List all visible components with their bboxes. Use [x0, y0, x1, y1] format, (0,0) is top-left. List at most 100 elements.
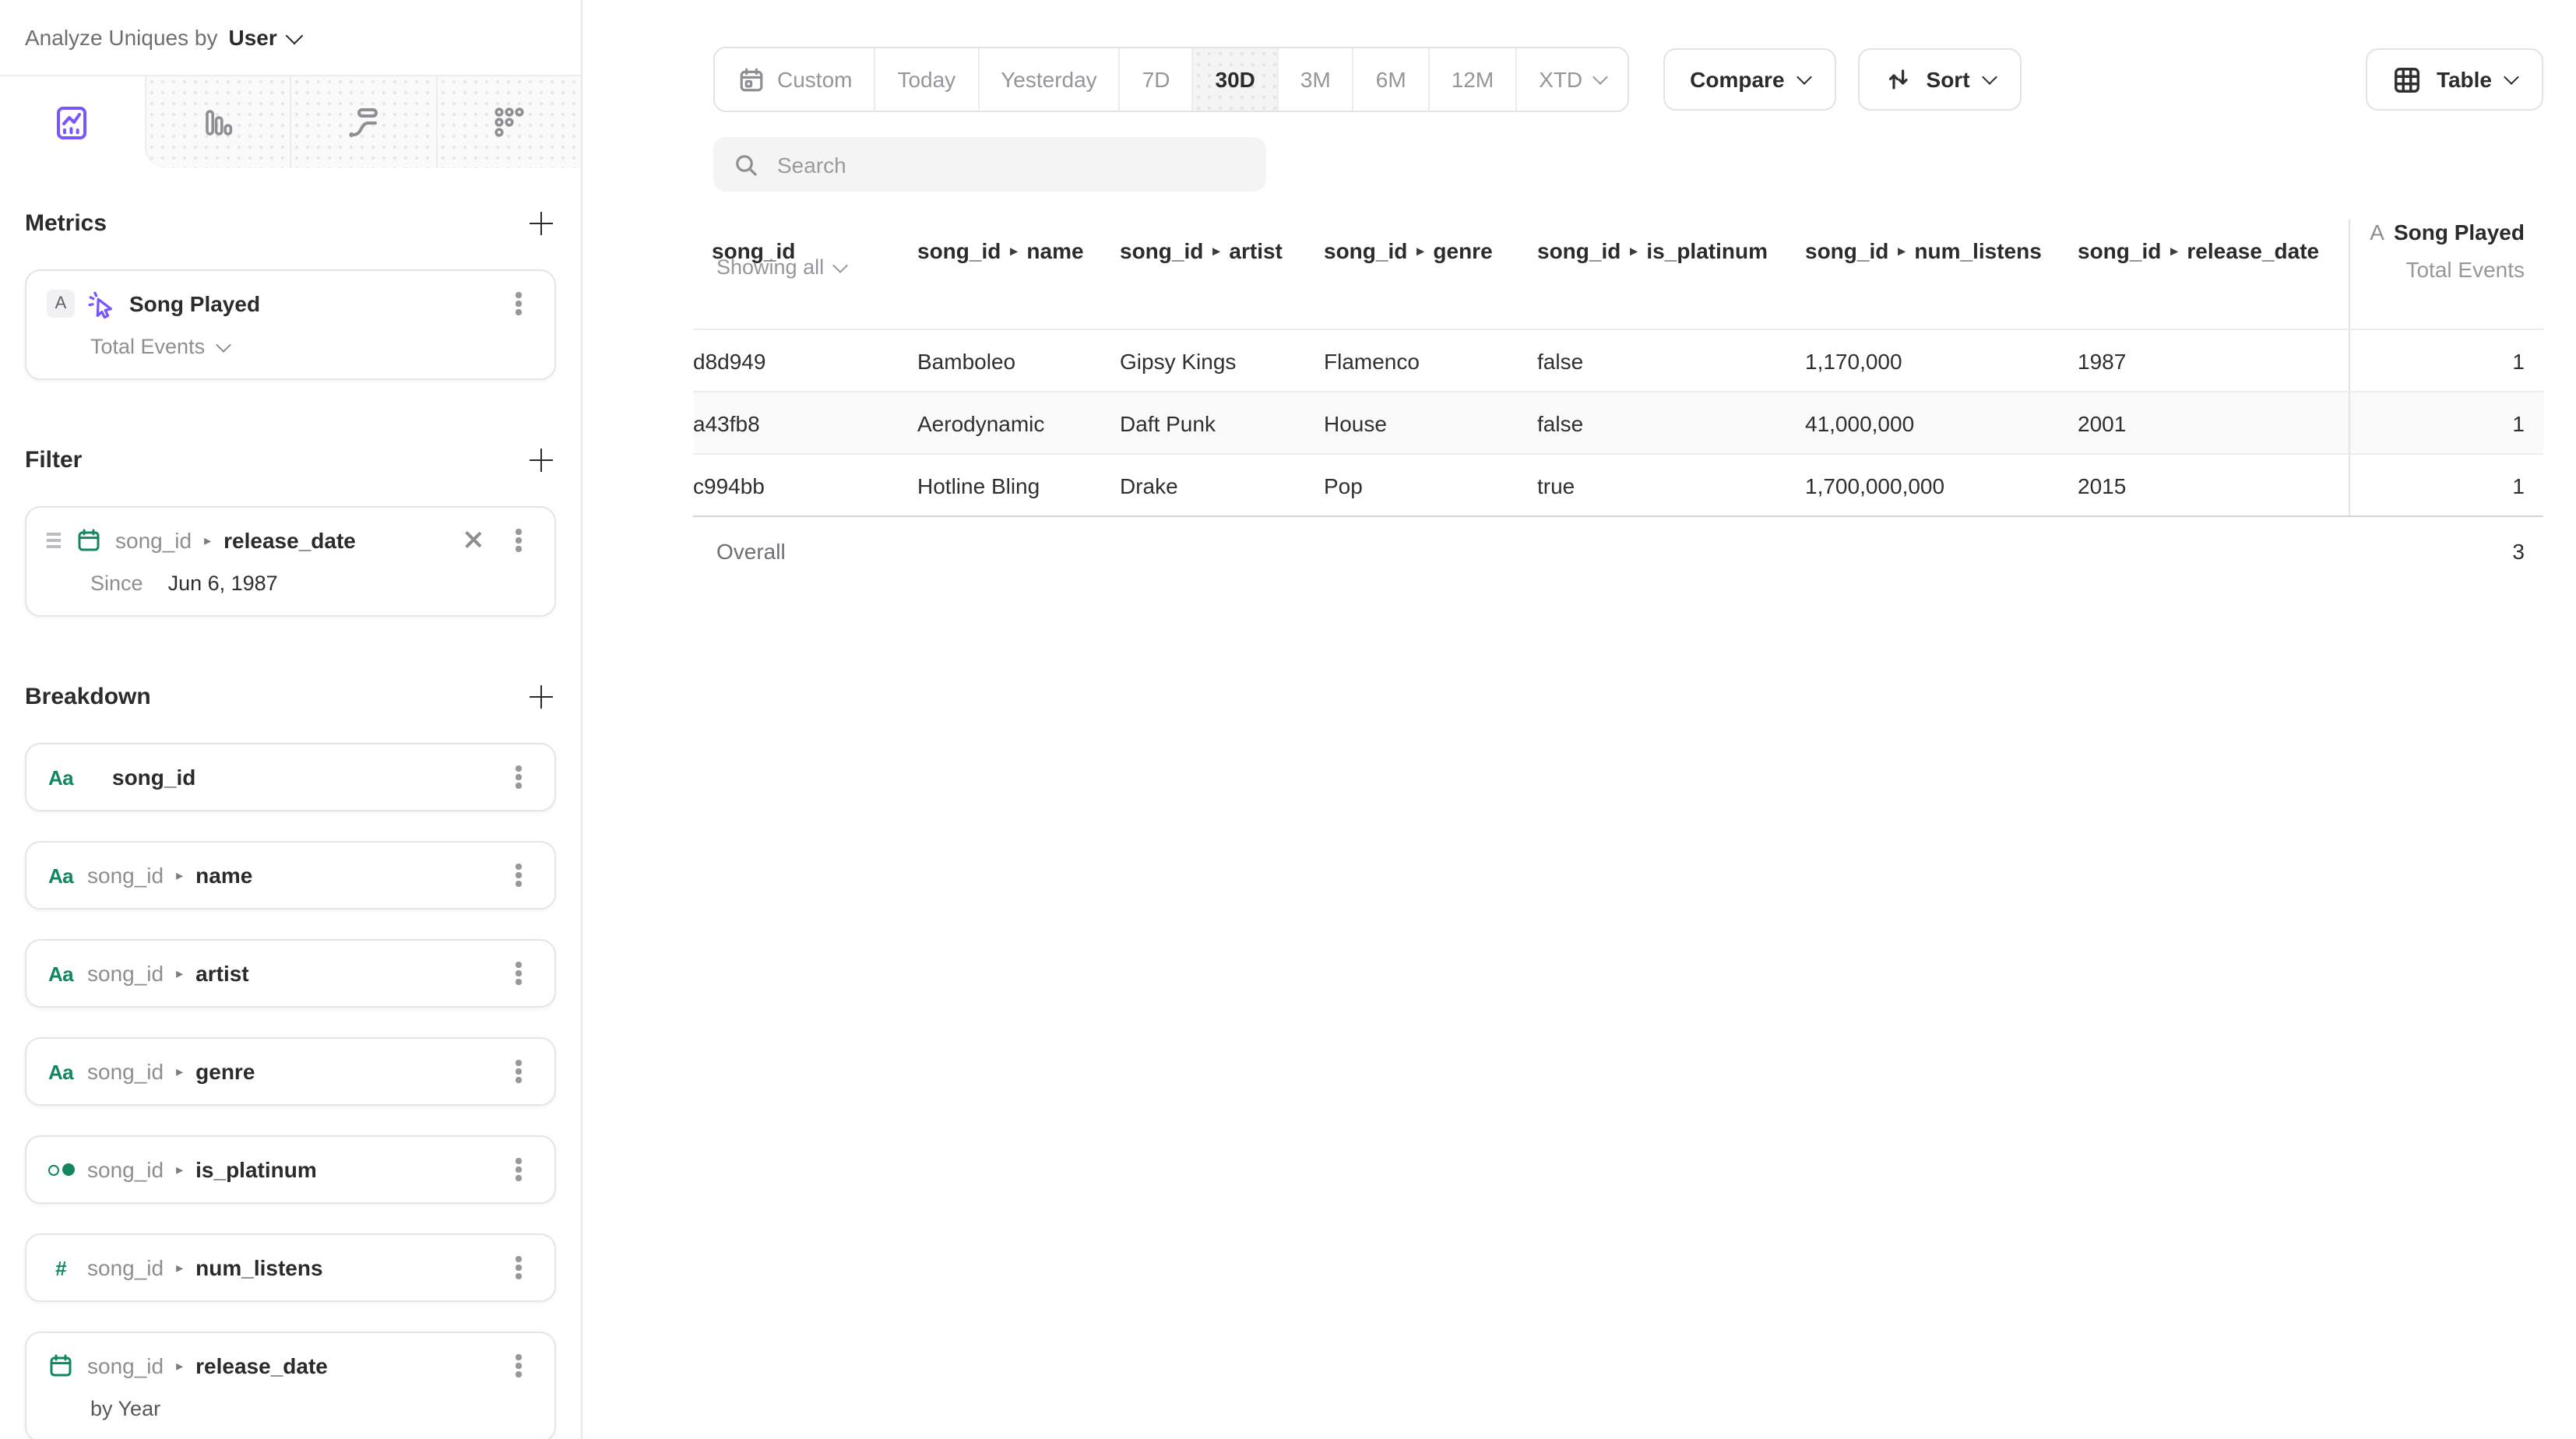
date-range-picker: Custom Today Yesterday — [713, 47, 1629, 112]
kebab-icon — [516, 538, 522, 544]
showing-all-label: Showing all — [716, 255, 824, 279]
table-body: d8d949 Bamboleo Gipsy Kings Flamenco fal… — [693, 329, 2543, 515]
showing-all-selector[interactable]: Showing all — [716, 255, 846, 279]
date-range-label: 3M — [1300, 67, 1331, 92]
breakdown-item[interactable]: # song_id ▸ num_listens — [25, 1233, 556, 1302]
metric-event-label: Song Played — [2394, 220, 2525, 245]
search-input[interactable] — [774, 150, 1248, 178]
remove-filter-button[interactable] — [459, 526, 487, 554]
visualization-tab[interactable] — [0, 76, 144, 168]
date-range-label: XTD — [1539, 67, 1582, 92]
column-header[interactable]: song_id ▸ is_platinum — [1537, 238, 1805, 263]
breakdown-options-button[interactable] — [503, 1252, 534, 1283]
filter-value[interactable]: Jun 6, 1987 — [168, 572, 278, 595]
compare-button[interactable]: Compare — [1663, 48, 1835, 111]
table-cell: Aerodynamic — [917, 410, 1120, 435]
kebab-icon — [516, 971, 522, 976]
report-toolbar: Custom Today Yesterday — [713, 47, 2543, 112]
visualization-tab[interactable] — [290, 76, 435, 168]
breakdown-section-header: Breakdown — [25, 682, 556, 712]
analyze-by-selector[interactable]: User — [229, 25, 301, 50]
column-header[interactable]: song_id ▸ genre — [1324, 238, 1537, 263]
text-property-icon: Aa — [47, 1060, 75, 1083]
table-cell: Flamenco — [1324, 348, 1537, 373]
report-main: Custom Today Yesterday — [582, 0, 2576, 1439]
date-range-option[interactable]: 7D — [1119, 48, 1192, 111]
add-filter-button[interactable] — [526, 445, 556, 475]
compare-label: Compare — [1690, 67, 1784, 92]
filter-card[interactable]: song_id ▸ release_date Since Jun 6, 1987 — [25, 506, 556, 617]
date-range-option[interactable]: 3M — [1277, 48, 1353, 111]
breakdown-options-button[interactable] — [503, 762, 534, 793]
date-range-label: 6M — [1376, 67, 1406, 92]
metric-column-header[interactable]: A Song Played Total Events — [2349, 220, 2543, 329]
breadcrumb-separator: ▸ — [1010, 240, 1017, 262]
date-range-label: 7D — [1142, 67, 1170, 92]
filter-section-header: Filter — [25, 445, 556, 475]
date-range-option[interactable]: Today — [874, 48, 977, 111]
add-breakdown-button[interactable] — [526, 682, 556, 712]
column-header[interactable]: song_id ▸ release_date — [2078, 238, 2349, 263]
date-range-label: 30D — [1216, 67, 1255, 92]
breakdown-bucketing[interactable]: by Year — [90, 1397, 160, 1420]
filter-operator[interactable]: Since — [90, 572, 143, 595]
breakdown-property-prefix: song_id — [87, 961, 164, 986]
breadcrumb-separator: ▸ — [1898, 240, 1905, 262]
breakdown-item[interactable]: song_id ▸ is_platinum — [25, 1135, 556, 1204]
breakdown-item[interactable]: song_id ▸ release_date by Year — [25, 1332, 556, 1439]
visualization-tab[interactable] — [144, 76, 290, 168]
column-header[interactable]: song_id ▸ name — [917, 238, 1120, 263]
breakdown-property-prefix: song_id — [87, 1255, 164, 1280]
metric-card[interactable]: A Song Played Total — [25, 269, 556, 380]
column-header[interactable]: song_id ▸ num_listens — [1805, 238, 2078, 263]
breakdown-item[interactable]: Aa song_id ▸ name — [25, 841, 556, 909]
view-type-button[interactable]: Table — [2367, 48, 2543, 111]
table-row[interactable]: a43fb8 Aerodynamic Daft Punk House false… — [693, 391, 2543, 453]
breakdown-options-button[interactable] — [503, 1154, 534, 1185]
breakdown-options-button[interactable] — [503, 860, 534, 891]
breakdown-property-name: is_platinum — [195, 1157, 317, 1182]
grid-dots-icon — [491, 104, 528, 141]
kebab-icon — [516, 1265, 522, 1271]
filter-title: Filter — [25, 447, 82, 473]
table-row[interactable]: d8d949 Bamboleo Gipsy Kings Flamenco fal… — [693, 329, 2543, 391]
column-header[interactable]: song_id ▸ artist — [1120, 238, 1324, 263]
sort-label: Sort — [1927, 67, 1970, 92]
breakdown-options-button[interactable] — [503, 1350, 534, 1381]
table-cell: c994bb — [693, 473, 917, 498]
sort-button[interactable]: Sort — [1858, 48, 2022, 111]
date-range-option[interactable]: 6M — [1353, 48, 1428, 111]
analyze-by-value: User — [229, 25, 277, 50]
breakdown-item[interactable]: Aa song_id ▸ artist — [25, 939, 556, 1008]
date-range-option[interactable]: Yesterday — [977, 48, 1119, 111]
metrics-section-header: Metrics — [25, 209, 556, 238]
chevron-down-icon — [215, 337, 231, 353]
breakdown-item[interactable]: Aa song_id ▸ genre — [25, 1037, 556, 1106]
table-cell: false — [1537, 348, 1805, 373]
text-property-icon: Aa — [47, 864, 75, 887]
date-range-option[interactable]: 30D — [1192, 48, 1277, 111]
date-range-option[interactable]: Custom — [715, 48, 874, 111]
filter-options-button[interactable] — [503, 525, 534, 556]
sort-arrows-icon — [1884, 65, 1913, 93]
breakdown-list: Aa song_id — [25, 743, 556, 1439]
breadcrumb-separator: ▸ — [176, 1159, 183, 1180]
column-name: release_date — [2187, 238, 2319, 263]
date-range-option[interactable]: XTD — [1515, 48, 1628, 111]
breakdown-options-button[interactable] — [503, 1056, 534, 1087]
drag-handle-icon[interactable] — [47, 540, 61, 542]
breadcrumb-separator: ▸ — [176, 1355, 183, 1377]
table-cell: d8d949 — [693, 348, 917, 373]
table-cell: 41,000,000 — [1805, 410, 2078, 435]
kebab-icon — [516, 1167, 522, 1173]
kebab-icon — [516, 1363, 522, 1369]
breakdown-options-button[interactable] — [503, 958, 534, 989]
table-row[interactable]: c994bb Hotline Bling Drake Pop true 1,70… — [693, 453, 2543, 515]
metric-options-button[interactable] — [503, 288, 534, 319]
aggregation-selector[interactable]: Total Events — [90, 335, 228, 358]
breakdown-item[interactable]: Aa song_id — [25, 743, 556, 811]
add-metric-button[interactable] — [526, 209, 556, 238]
table-search[interactable] — [713, 137, 1266, 192]
visualization-tab[interactable] — [435, 76, 581, 168]
date-range-option[interactable]: 12M — [1428, 48, 1515, 111]
